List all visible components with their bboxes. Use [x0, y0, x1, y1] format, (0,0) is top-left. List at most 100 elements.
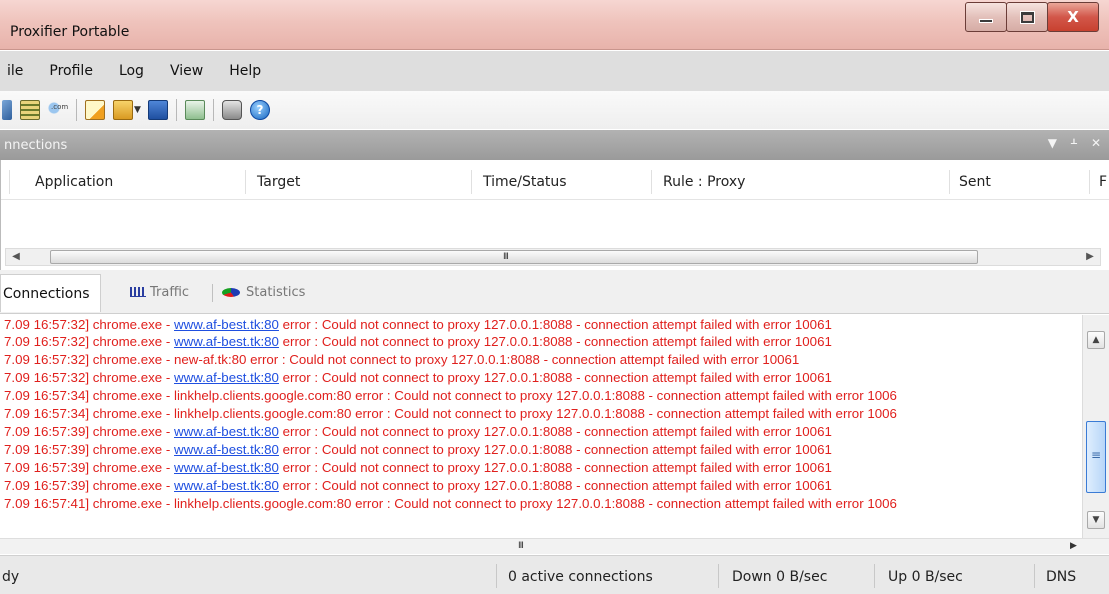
column-received[interactable]: F	[1099, 174, 1107, 190]
status-download-rate: Down 0 B/sec	[732, 569, 828, 585]
column-divider	[9, 170, 10, 194]
toolbar-separator	[175, 99, 177, 121]
table-horizontal-scrollbar[interactable]: ◀ III ▶	[5, 248, 1101, 266]
column-divider	[1089, 170, 1090, 194]
scrollbar-thumb[interactable]: III	[50, 250, 978, 264]
column-time-status[interactable]: Time/Status	[483, 174, 567, 190]
status-divider	[718, 564, 719, 588]
traffic-chart-icon	[130, 287, 146, 297]
column-rule-proxy[interactable]: Rule : Proxy	[663, 174, 745, 190]
log-link[interactable]: www.af-best.tk:80	[174, 317, 279, 332]
status-active-connections: 0 active connections	[508, 569, 653, 585]
toolbar-separator	[212, 99, 214, 121]
menu-profile[interactable]: Profile	[46, 61, 96, 81]
tab-connections[interactable]: Connections	[0, 274, 101, 312]
panel-title: nnections	[4, 137, 68, 153]
log-line: 7.09 16:57:41] chrome.exe - linkhelp.cli…	[4, 496, 897, 511]
bottom-tabs: Connections Traffic Statistics	[0, 270, 1109, 314]
status-divider	[874, 564, 875, 588]
column-sent[interactable]: Sent	[959, 174, 991, 190]
log-link[interactable]: www.af-best.tk:80	[174, 442, 279, 457]
title-bar: Proxifier Portable X	[0, 0, 1109, 50]
log-line: 7.09 16:57:32] chrome.exe - new-af.tk:80…	[4, 352, 800, 367]
status-divider	[1034, 564, 1035, 588]
scrollbar-thumb[interactable]	[1086, 421, 1106, 493]
minimize-icon	[979, 19, 993, 23]
pin-icon[interactable]: ᚆ	[1071, 136, 1077, 150]
grip-icon: III	[518, 541, 524, 551]
new-profile-icon[interactable]	[85, 100, 105, 120]
domain-icon[interactable]	[48, 100, 68, 120]
close-icon: X	[1067, 8, 1079, 26]
status-bar: dy 0 active connections Down 0 B/sec Up …	[0, 555, 1109, 594]
panel-controls: ▼ ᚆ ✕	[1034, 136, 1101, 150]
menu-help[interactable]: Help	[226, 61, 264, 81]
column-divider	[651, 170, 652, 194]
help-icon[interactable]: ?	[249, 100, 270, 120]
tab-statistics[interactable]: Statistics	[222, 276, 305, 308]
log-line: 7.09 16:57:34] chrome.exe - linkhelp.cli…	[4, 406, 897, 421]
status-ready: dy	[2, 569, 20, 585]
menu-log[interactable]: Log	[116, 61, 147, 81]
chevron-down-icon[interactable]: ▼	[134, 105, 141, 115]
tab-label: Statistics	[246, 284, 306, 300]
menu-bar: ile Profile Log View Help	[0, 51, 1109, 91]
log-line: 7.09 16:57:39] chrome.exe - www.af-best.…	[4, 478, 832, 493]
status-divider	[496, 564, 497, 588]
column-divider	[471, 170, 472, 194]
menu-file[interactable]: ile	[4, 61, 26, 81]
window-controls: X	[965, 2, 1099, 32]
log-line: 7.09 16:57:32] chrome.exe - www.af-best.…	[4, 334, 832, 349]
log-link[interactable]: www.af-best.tk:80	[174, 478, 279, 493]
scroll-left-icon[interactable]: ◀	[8, 250, 24, 264]
close-button[interactable]: X	[1047, 2, 1099, 32]
print-icon[interactable]	[221, 100, 242, 120]
status-dns: DNS	[1046, 569, 1077, 585]
menu-view[interactable]: View	[167, 61, 206, 81]
log-line: 7.09 16:57:39] chrome.exe - www.af-best.…	[4, 442, 832, 457]
scroll-right-icon[interactable]: ▶	[1082, 250, 1098, 264]
column-application[interactable]: Application	[35, 174, 113, 190]
log-line: 7.09 16:57:34] chrome.exe - linkhelp.cli…	[4, 388, 897, 403]
log-line: 7.09 16:57:39] chrome.exe - www.af-best.…	[4, 460, 832, 475]
panel-menu-icon[interactable]: ▼	[1048, 136, 1057, 150]
column-target[interactable]: Target	[257, 174, 300, 190]
log-vertical-scrollbar[interactable]: ▲ ▼	[1082, 315, 1109, 538]
log-horizontal-scrollbar[interactable]: III ▶	[0, 538, 1109, 554]
maximize-icon	[1020, 11, 1034, 23]
panel-close-icon[interactable]: ✕	[1091, 136, 1101, 150]
pie-chart-icon	[222, 287, 240, 297]
toolbar: ▼ ?	[0, 91, 1109, 129]
connections-panel-header: nnections ▼ ᚆ ✕	[0, 130, 1109, 160]
log-link[interactable]: www.af-best.tk:80	[174, 424, 279, 439]
connections-table: Application Target Time/Status Rule : Pr…	[0, 160, 1109, 270]
log-link[interactable]: www.af-best.tk:80	[174, 460, 279, 475]
profile-icon[interactable]	[2, 100, 12, 120]
log-link[interactable]: www.af-best.tk:80	[174, 334, 279, 349]
minimize-button[interactable]	[965, 2, 1007, 32]
scroll-up-icon[interactable]: ▲	[1087, 331, 1105, 349]
open-profile-icon[interactable]	[113, 100, 133, 120]
tab-label: Connections	[3, 285, 90, 302]
proxy-servers-icon[interactable]	[184, 100, 205, 120]
log-line: 7.09 16:57:39] chrome.exe - www.af-best.…	[4, 424, 832, 439]
tab-label: Traffic	[150, 284, 190, 300]
maximize-button[interactable]	[1006, 2, 1048, 32]
rules-icon[interactable]	[20, 100, 40, 120]
table-header: Application Target Time/Status Rule : Pr…	[1, 164, 1109, 200]
column-divider	[949, 170, 950, 194]
scroll-down-icon[interactable]: ▼	[1087, 511, 1105, 529]
scroll-right-icon[interactable]: ▶	[1070, 541, 1077, 551]
grip-icon: III	[503, 252, 509, 262]
window-title: Proxifier Portable	[10, 24, 130, 40]
log-line: 7.09 16:57:32] chrome.exe - www.af-best.…	[4, 370, 832, 385]
log-link[interactable]: www.af-best.tk:80	[174, 370, 279, 385]
column-divider	[245, 170, 246, 194]
tab-traffic[interactable]: Traffic	[130, 276, 189, 308]
status-upload-rate: Up 0 B/sec	[888, 569, 963, 585]
log-line: 7.09 16:57:32] chrome.exe - www.af-best.…	[4, 317, 832, 332]
save-profile-icon[interactable]	[147, 100, 168, 120]
tab-separator	[212, 284, 213, 302]
log-panel[interactable]: 7.09 16:57:32] chrome.exe - www.af-best.…	[0, 315, 1082, 538]
toolbar-separator	[76, 99, 77, 121]
